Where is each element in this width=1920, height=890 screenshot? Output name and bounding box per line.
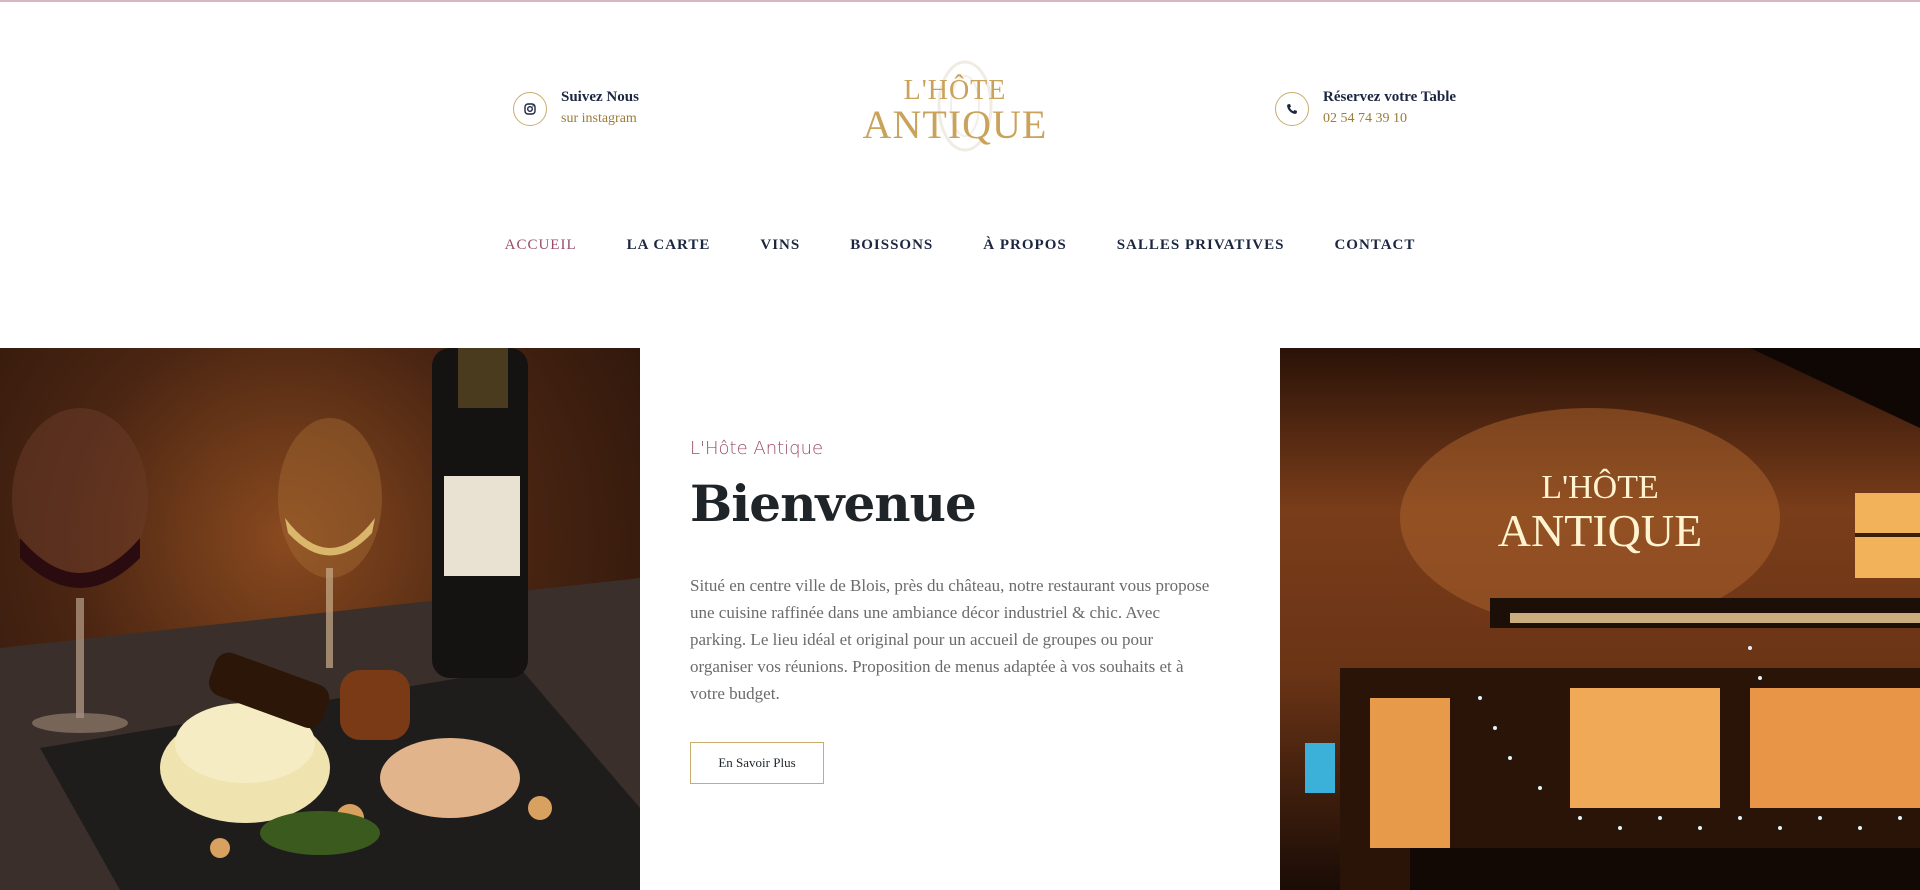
nav-item-contact[interactable]: CONTACT [1334,234,1415,256]
reservation-phone: 02 54 74 39 10 [1323,111,1407,126]
hero-paragraph: Situé en centre ville de Blois, près du … [690,576,1210,703]
nav-item-a-propos[interactable]: À PROPOS [983,234,1066,256]
facade-sign-line1: L'HÔTE [1541,468,1659,506]
learn-more-button[interactable]: En Savoir Plus [690,742,824,784]
nav-item-vins[interactable]: VINS [760,234,800,256]
instagram-icon [513,92,547,126]
restaurant-facade-photo: L'HÔTE ANTIQUE [1280,348,1920,890]
nav-item-boissons[interactable]: BOISSONS [850,234,933,256]
nav-item-accueil[interactable]: ACCUEIL [505,234,577,256]
hero-section: L'Hôte Antique Bienvenue Situé en centre… [0,348,1920,890]
reservation-link[interactable]: Réservez votre Table 02 54 74 39 10 [1275,87,1456,131]
main-nav: ACCUEIL LA CARTE VINS BOISSONS À PROPOS … [0,234,1920,256]
food-wine-photo [0,348,640,890]
nav-item-salles-privatives[interactable]: SALLES PRIVATIVES [1117,234,1285,256]
facade-sign-line2: ANTIQUE [1498,505,1702,556]
reservation-title: Réservez votre Table [1323,89,1457,105]
nav-item-la-carte[interactable]: LA CARTE [627,234,711,256]
instagram-link[interactable]: Suivez Nous sur instagram [513,87,639,131]
site-header: Suivez Nous sur instagram L'HÔTE ANTIQUE… [0,0,1920,348]
hero-title: Bienvenue [690,474,977,533]
welcome-content: L'Hôte Antique Bienvenue Situé en centre… [690,348,1250,890]
phone-icon [1275,92,1309,126]
instagram-subtitle: sur instagram [561,111,637,126]
logo-text-bottom: ANTIQUE [862,102,1048,147]
site-logo[interactable]: L'HÔTE ANTIQUE [860,58,1050,158]
instagram-title: Suivez Nous [561,89,639,105]
hero-eyebrow: L'Hôte Antique [690,438,824,459]
